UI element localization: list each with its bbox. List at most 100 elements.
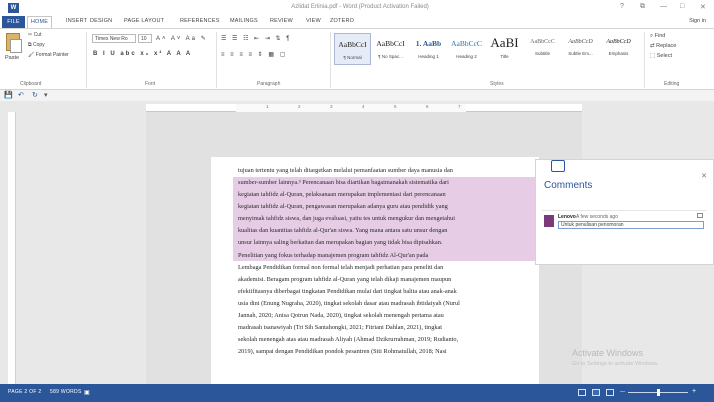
doc-line: kualitas dan kuantitas tahfidz al-Qur'an…: [238, 227, 448, 234]
title-bar: W Azlidat Erlinia.pdf - Word (Product Ac…: [0, 0, 714, 16]
group-divider: [86, 32, 87, 88]
tab-file[interactable]: FILE: [2, 16, 25, 28]
doc-line: efektifitasnya diberbagai tingkatan Pend…: [238, 288, 457, 295]
tab-mailings[interactable]: MAILINGS: [230, 18, 258, 24]
quick-access-toolbar: 💾 ↶ ↻ ▾: [0, 90, 714, 101]
replace-button[interactable]: ⇄ Replace: [650, 43, 676, 49]
tab-references[interactable]: REFERENCES: [180, 18, 220, 24]
paragraph-group-label: Paragraph: [257, 81, 281, 87]
doc-line: akademisi. Beragam program tahfidz al-Qu…: [238, 276, 452, 283]
minimize-icon[interactable]: —: [660, 3, 667, 10]
group-divider: [330, 32, 331, 88]
tab-view[interactable]: VIEW: [306, 18, 321, 24]
comment-bubble-icon[interactable]: [551, 160, 565, 172]
save-icon[interactable]: 💾: [4, 91, 13, 99]
read-mode-button[interactable]: [578, 389, 586, 396]
tab-home[interactable]: HOME: [27, 16, 52, 28]
tab-page-layout[interactable]: PAGE LAYOUT: [124, 18, 164, 24]
paste-button-label[interactable]: Paste: [5, 55, 19, 61]
paragraph-list-controls[interactable]: ☰ ☰ ☷ ⇤ ⇥ ⇅ ¶: [221, 35, 291, 42]
ruler-tick-label: 2: [298, 104, 301, 109]
copy-button[interactable]: ⧉ Copy: [28, 42, 45, 48]
tab-review[interactable]: REVIEW: [270, 18, 293, 24]
proofing-icon[interactable]: ▣: [84, 389, 90, 396]
comment-timestamp: A few seconds ago: [576, 214, 618, 220]
zoom-in-button[interactable]: +: [692, 388, 696, 395]
zoom-out-button[interactable]: —: [620, 389, 625, 395]
style-subtle-emphasis[interactable]: AaBbCcD Subtle Em...: [562, 33, 599, 65]
avatar: [544, 215, 554, 227]
zoom-slider-handle[interactable]: [657, 389, 660, 396]
help-icon[interactable]: ?: [620, 3, 624, 10]
document-page[interactable]: tujuan tertentu yang telah ditargetkan m…: [211, 157, 539, 397]
close-comments-icon[interactable]: ✕: [701, 172, 707, 180]
font-size-box[interactable]: 10: [138, 34, 152, 43]
maximize-icon[interactable]: □: [680, 3, 684, 10]
tab-design[interactable]: DESIGN: [90, 18, 112, 24]
comments-pane: Comments ✕ Lenovo A few seconds ago Untu…: [535, 159, 714, 265]
group-divider: [216, 32, 217, 88]
font-group-label: Font: [145, 81, 156, 87]
clipboard-group-label: Clipboard: [20, 81, 42, 87]
comment-item[interactable]: Lenovo A few seconds ago Untuk penulisan…: [542, 210, 707, 232]
paragraph-align-controls[interactable]: ≡ ≡ ≡ ≡ ⇕ ▦ ▢: [221, 51, 287, 58]
web-layout-button[interactable]: [606, 389, 614, 396]
comments-title: Comments: [544, 180, 593, 191]
vertical-ruler[interactable]: [8, 112, 16, 384]
ruler-tick-label: 6: [426, 104, 429, 109]
cut-button[interactable]: ✂ Cut: [28, 32, 41, 38]
ruler-tick-label: 3: [330, 104, 333, 109]
doc-line: kegiatan tahfidz al-Quran, pelaksanaan m…: [238, 191, 446, 198]
doc-line: madrasah tsanawiyah (Tri Sih Santahongki…: [238, 324, 443, 331]
comment-text-field[interactable]: Untuk penulisan penomoran: [558, 221, 704, 229]
styles-group-label: Styles: [490, 81, 504, 87]
font-format-controls[interactable]: B I U abc x₂ x² A A A: [93, 51, 192, 57]
doc-line: sumber-sumber lainnya.³ Perencanaan bisa…: [238, 179, 449, 186]
ruler-tick-label: 4: [362, 104, 365, 109]
select-icon: ⬚: [650, 53, 657, 59]
ruler-tick-label: 7: [458, 104, 461, 109]
doc-line: kegiatan tahfidz al-Quran, pengawasan me…: [238, 203, 448, 210]
horizontal-ruler[interactable]: 1 2 3 4 5 6 7: [146, 104, 582, 112]
doc-line: Lembaga Pendidikan formal non formal tel…: [238, 264, 444, 271]
doc-line: Jannah, 2020; Anisa Qotrun Nada, 2020), …: [238, 312, 444, 319]
status-bar: PAGE 2 OF 2 589 WORDS ▣ — +: [0, 384, 714, 402]
find-button[interactable]: ⌕ Find: [650, 33, 665, 40]
font-name-box[interactable]: Times New Ro: [92, 34, 136, 43]
style-title[interactable]: AaBI Title: [486, 33, 523, 65]
ruler-text-area: [236, 104, 466, 112]
ribbon-home: Paste ✂ Cut ⧉ Copy 🖌 Format Painter Clip…: [0, 28, 714, 90]
group-divider: [644, 32, 645, 88]
doc-line: tujuan tertentu yang telah ditargetkan m…: [238, 167, 453, 174]
document-canvas[interactable]: tujuan tertentu yang telah ditargetkan m…: [146, 112, 582, 397]
doc-line: menyimak tahfidz siswa, dan juga evaluas…: [238, 215, 456, 222]
reply-icon[interactable]: [697, 213, 703, 218]
format-painter-button[interactable]: 🖌 Format Painter: [28, 52, 69, 58]
close-icon[interactable]: ✕: [700, 3, 706, 11]
brush-icon: 🖌: [28, 52, 36, 58]
sign-in-link[interactable]: Sign in: [689, 18, 706, 24]
font-size-controls[interactable]: A˄ A˅ Aa ✎: [156, 35, 208, 42]
doc-line: sekolah menengah atas atau madrasah Aliy…: [238, 336, 459, 343]
page-count[interactable]: PAGE 2 OF 2: [8, 389, 42, 395]
undo-icon[interactable]: ↶: [18, 91, 24, 99]
tab-zotero[interactable]: ZOTERO: [330, 18, 354, 24]
word-app-icon: W: [8, 3, 19, 13]
style-normal[interactable]: AaBbCcI ¶ Normal: [334, 33, 371, 65]
select-button[interactable]: ⬚ Select: [650, 53, 672, 59]
style-subtitle[interactable]: AaBbCcC Subtitle: [524, 33, 561, 65]
word-window: W Azlidat Erlinia.pdf - Word (Product Ac…: [0, 0, 714, 402]
word-count[interactable]: 589 WORDS: [50, 389, 82, 395]
style-heading-1[interactable]: 1. AaBb Heading 1: [410, 33, 447, 65]
style-emphasis[interactable]: AaBbCcD Emphasis: [600, 33, 637, 65]
customize-qat-icon[interactable]: ▾: [44, 91, 48, 99]
redo-icon[interactable]: ↻: [32, 91, 38, 99]
tab-insert[interactable]: INSERT: [66, 18, 87, 24]
window-title: Azlidat Erlinia.pdf - Word (Product Acti…: [291, 4, 429, 10]
ribbon-tabs: FILE HOME INSERT DESIGN PAGE LAYOUT REFE…: [0, 16, 714, 28]
print-layout-button[interactable]: [592, 389, 600, 396]
style-heading-2[interactable]: AaBbCcC Heading 2: [448, 33, 485, 65]
ribbon-display-icon[interactable]: ⧉: [640, 3, 645, 11]
style-no-spacing[interactable]: AaBbCcI ¶ No Spac...: [372, 33, 409, 65]
paste-icon[interactable]: [6, 33, 22, 53]
